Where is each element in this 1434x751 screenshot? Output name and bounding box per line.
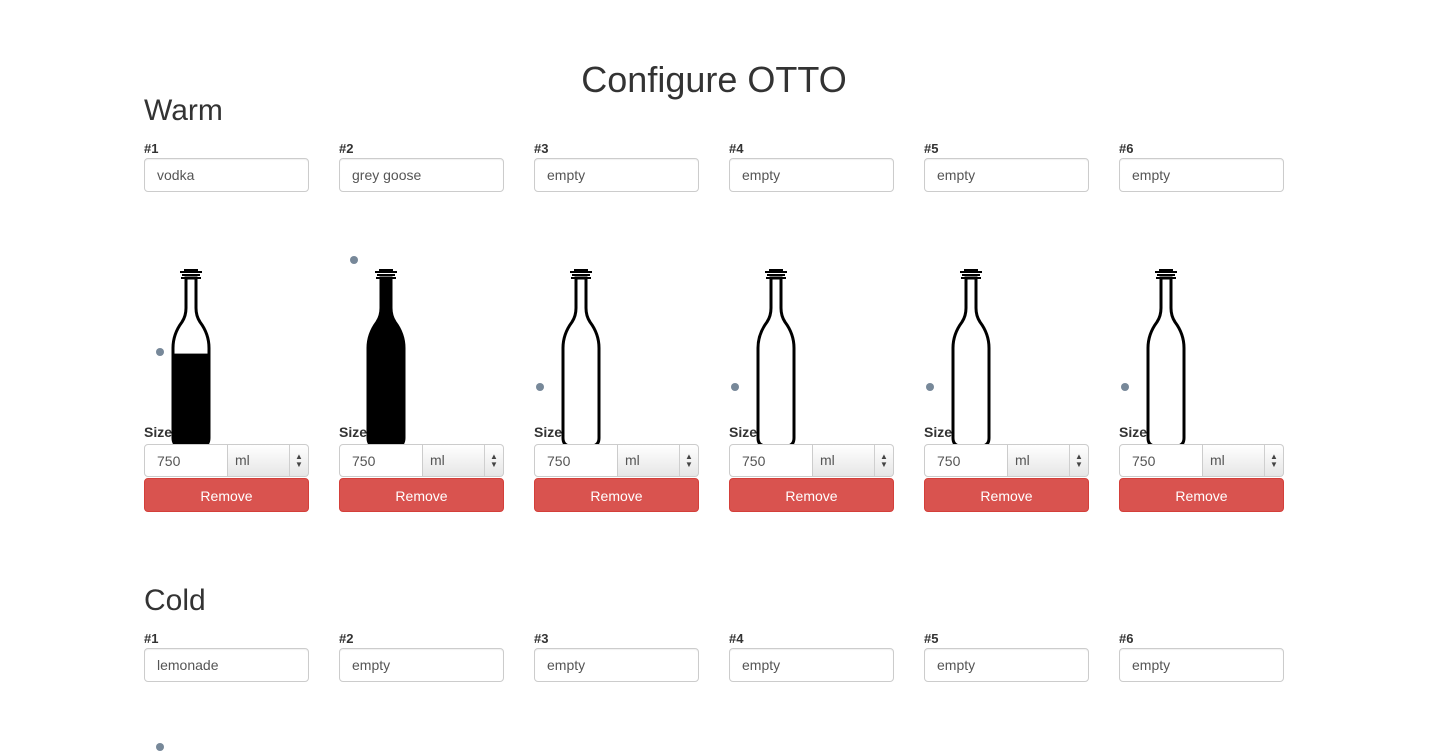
bottle-graphic: [729, 204, 894, 448]
size-label: Size: [144, 424, 173, 440]
bottle-slot: #6 Size ml ▲▼Remove: [1119, 141, 1284, 512]
slot-number-label: #4: [729, 631, 744, 646]
unit-select-value: ml: [235, 452, 250, 468]
size-label: Size: [1119, 424, 1148, 440]
size-input[interactable]: [144, 444, 228, 477]
bottle-icon: [756, 269, 796, 448]
unit-select[interactable]: ml ▲ ▼: [228, 444, 309, 477]
unit-select[interactable]: ml ▲ ▼: [618, 444, 699, 477]
size-label: Size: [729, 424, 758, 440]
bottle-slot: #2 Size ml ▲▼Remove: [339, 141, 504, 512]
remove-button[interactable]: Remove: [339, 478, 504, 512]
bottle-name-input[interactable]: [339, 158, 504, 192]
slot-number-label: #1: [144, 631, 159, 646]
select-arrows-icon: ▲ ▼: [1264, 445, 1283, 476]
bottle-name-input[interactable]: [534, 158, 699, 192]
bottle-name-input[interactable]: [534, 648, 699, 682]
bottle-slot: #2: [339, 631, 504, 682]
level-handle[interactable]: [731, 383, 739, 391]
bottle-slot: #1: [144, 631, 309, 682]
remove-button[interactable]: Remove: [924, 478, 1089, 512]
slot-number-label: #3: [534, 631, 549, 646]
unit-select-value: ml: [1210, 452, 1225, 468]
select-arrows-icon: ▲ ▼: [484, 445, 503, 476]
remove-button[interactable]: Remove: [534, 478, 699, 512]
bottle-icon: [951, 269, 991, 448]
section-title-warm: Warm: [144, 94, 223, 127]
unit-select-value: ml: [430, 452, 445, 468]
bottle-name-input[interactable]: [1119, 158, 1284, 192]
bottle-name-input[interactable]: [729, 158, 894, 192]
bottle-slot: #4: [729, 631, 894, 682]
slot-number-label: #6: [1119, 141, 1134, 156]
bottle-icon: [366, 269, 406, 448]
select-arrows-icon: ▲ ▼: [679, 445, 698, 476]
size-label: Size: [339, 424, 368, 440]
bottle-name-input[interactable]: [924, 648, 1089, 682]
bottle-slot: #3 Size ml ▲▼Remove: [534, 141, 699, 512]
size-input[interactable]: [1119, 444, 1203, 477]
unit-select[interactable]: ml ▲ ▼: [423, 444, 504, 477]
bottle-slot: #5 Size ml ▲▼Remove: [924, 141, 1089, 512]
level-handle[interactable]: [350, 256, 358, 264]
size-input[interactable]: [534, 444, 618, 477]
bottle-graphic: [339, 204, 504, 448]
warm-section: Warm #1Sizeml▲▼Remove#2Sizeml▲▼Remove#3S…: [144, 94, 1304, 564]
bottle-name-input[interactable]: [144, 158, 309, 192]
bottle-graphic: [1119, 204, 1284, 448]
section-title-cold: Cold: [144, 584, 206, 617]
unit-select-value: ml: [820, 452, 835, 468]
unit-select-value: ml: [625, 452, 640, 468]
size-input[interactable]: [729, 444, 813, 477]
slot-number-label: #5: [924, 141, 939, 156]
bottle-name-input[interactable]: [924, 158, 1089, 192]
bottle-icon: [171, 269, 211, 448]
unit-select[interactable]: ml ▲ ▼: [1008, 444, 1089, 477]
bottle-name-input[interactable]: [339, 648, 504, 682]
size-input[interactable]: [924, 444, 1008, 477]
slot-number-label: #6: [1119, 631, 1134, 646]
bottle-icon: [561, 269, 601, 448]
level-handle[interactable]: [1121, 383, 1129, 391]
bottle-slot: #4 Size ml ▲▼Remove: [729, 141, 894, 512]
bottle-slot: #3: [534, 631, 699, 682]
unit-select[interactable]: ml ▲ ▼: [1203, 444, 1284, 477]
bottle-graphic: [924, 204, 1089, 448]
remove-button[interactable]: Remove: [144, 478, 309, 512]
bottle-name-input[interactable]: [729, 648, 894, 682]
unit-select-value: ml: [1015, 452, 1030, 468]
bottle-name-input[interactable]: [144, 648, 309, 682]
bottle-slot: #5: [924, 631, 1089, 682]
bottle-graphic: [534, 204, 699, 448]
bottle-graphic: [144, 204, 309, 448]
select-arrows-icon: ▲ ▼: [1069, 445, 1088, 476]
bottle-name-input[interactable]: [1119, 648, 1284, 682]
bottle-slot: #6: [1119, 631, 1284, 682]
select-arrows-icon: ▲ ▼: [289, 445, 308, 476]
size-label: Size: [924, 424, 953, 440]
remove-button[interactable]: Remove: [729, 478, 894, 512]
slot-number-label: #3: [534, 141, 549, 156]
slot-number-label: #2: [339, 631, 354, 646]
slot-number-label: #5: [924, 631, 939, 646]
select-arrows-icon: ▲ ▼: [874, 445, 893, 476]
level-handle[interactable]: [156, 348, 164, 356]
bottle-icon: [1146, 269, 1186, 448]
slot-number-label: #1: [144, 141, 159, 156]
level-handle[interactable]: [926, 383, 934, 391]
level-handle[interactable]: [536, 383, 544, 391]
size-input[interactable]: [339, 444, 423, 477]
level-handle[interactable]: [156, 743, 164, 751]
slot-number-label: #2: [339, 141, 354, 156]
size-label: Size: [534, 424, 563, 440]
remove-button[interactable]: Remove: [1119, 478, 1284, 512]
cold-section: Cold #1 #2 #3 #4 #5 #6: [144, 584, 1304, 751]
unit-select[interactable]: ml ▲ ▼: [813, 444, 894, 477]
slot-number-label: #4: [729, 141, 744, 156]
bottle-slot: #1 Size ml ▲▼Remove: [144, 141, 309, 512]
